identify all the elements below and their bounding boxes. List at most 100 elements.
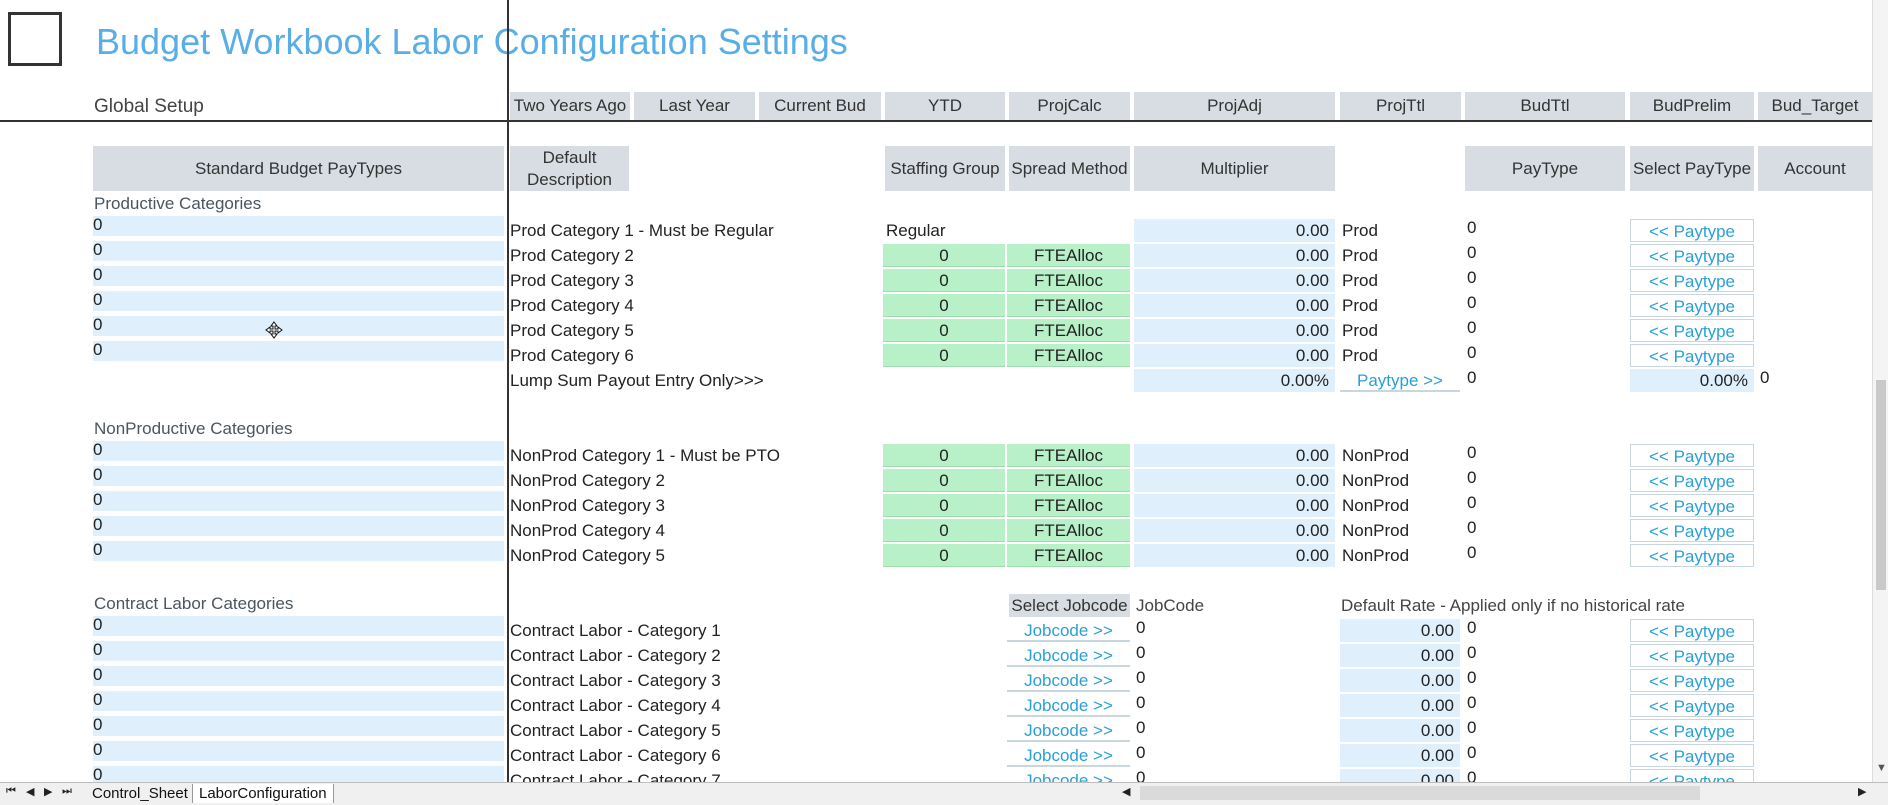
tab-labor-configuration[interactable]: LaborConfiguration [192, 784, 334, 803]
tab-first-icon[interactable]: ⏮ [6, 785, 16, 798]
contract-value-cell[interactable]: 0 [93, 691, 504, 711]
multiplier-input[interactable]: 0.00 [1134, 319, 1335, 342]
staffing-group-input[interactable]: 0 [883, 469, 1005, 492]
tab-control-sheet[interactable]: Control_Sheet [86, 784, 195, 803]
staffing-group-input[interactable]: 0 [883, 319, 1005, 342]
select-paytype-button[interactable]: << Paytype [1630, 269, 1754, 292]
select-paytype-button[interactable]: << Paytype [1630, 469, 1754, 492]
default-rate-input[interactable]: 0.00 [1340, 619, 1460, 642]
paytype-value-cell[interactable]: 0 [93, 466, 504, 486]
default-rate-input[interactable]: 0.00 [1340, 694, 1460, 717]
select-paytype-button[interactable]: << Paytype [1630, 494, 1754, 517]
spread-method-input[interactable]: FTEAlloc [1007, 519, 1130, 542]
spread-method-input[interactable]: FTEAlloc [1007, 444, 1130, 467]
multiplier-input[interactable]: 0.00 [1134, 494, 1335, 517]
select-paytype-button[interactable]: << Paytype [1630, 519, 1754, 542]
staffing-group-input[interactable]: 0 [883, 294, 1005, 317]
default-rate-input[interactable]: 0.00 [1340, 644, 1460, 667]
lump-sum-multiplier[interactable]: 0.00% [1134, 369, 1335, 392]
hscroll-left-icon[interactable]: ◀ [1122, 785, 1130, 798]
select-jobcode-button[interactable]: Jobcode >> [1007, 694, 1130, 717]
spread-method-input[interactable]: FTEAlloc [1007, 269, 1130, 292]
lump-sum-prelim[interactable]: 0.00% [1630, 369, 1754, 392]
select-paytype-button[interactable]: << Paytype [1630, 319, 1754, 342]
select-jobcode-button[interactable]: Jobcode >> [1007, 669, 1130, 692]
paytype-value-cell[interactable]: 0 [93, 291, 504, 311]
spread-method-input[interactable]: FTEAlloc [1007, 319, 1130, 342]
select-paytype-button[interactable]: << Paytype [1630, 669, 1754, 692]
contract-value-cell[interactable]: 0 [93, 666, 504, 686]
select-jobcode-button[interactable]: Jobcode >> [1007, 744, 1130, 767]
spread-method-input[interactable]: FTEAlloc [1007, 469, 1130, 492]
paytype-value-cell[interactable]: 0 [93, 241, 504, 261]
multiplier-input[interactable]: 0.00 [1134, 344, 1335, 367]
select-jobcode-button[interactable]: Jobcode >> [1007, 644, 1130, 667]
multiplier-input[interactable]: 0.00 [1134, 519, 1335, 542]
select-paytype-button[interactable]: << Paytype [1630, 219, 1754, 242]
select-jobcode-button[interactable]: Jobcode >> [1007, 619, 1130, 642]
multiplier-input[interactable]: 0.00 [1134, 444, 1335, 467]
vertical-scrollbar[interactable]: ▼ [1872, 0, 1888, 782]
spread-method-input[interactable]: FTEAlloc [1007, 344, 1130, 367]
multiplier-input[interactable]: 0.00 [1134, 469, 1335, 492]
spread-method-input[interactable]: FTEAlloc [1007, 294, 1130, 317]
spread-method-input[interactable]: FTEAlloc [1007, 494, 1130, 517]
staffing-group-input[interactable]: 0 [883, 444, 1005, 467]
spread-method-input[interactable]: FTEAlloc [1007, 544, 1130, 567]
corner-box[interactable] [8, 12, 62, 66]
category-type: NonProd [1342, 496, 1410, 515]
scroll-down-icon[interactable]: ▼ [1876, 762, 1887, 774]
select-paytype-button[interactable]: << Paytype [1630, 244, 1754, 267]
category-description: NonProd Category 2 [510, 471, 665, 490]
select-paytype-button[interactable]: << Paytype [1630, 294, 1754, 317]
paytype-value-cell[interactable]: 0 [93, 266, 504, 286]
select-paytype-button[interactable]: << Paytype [1630, 619, 1754, 642]
tab-next-icon[interactable]: ▶ [44, 785, 52, 798]
select-paytype-button[interactable]: << Paytype [1630, 694, 1754, 717]
lump-sum-paytype-button[interactable]: Paytype >> [1340, 369, 1460, 392]
multiplier-input[interactable]: 0.00 [1134, 219, 1335, 242]
paytype-value-cell[interactable]: 0 [93, 516, 504, 536]
tab-prev-icon[interactable]: ◀ [26, 785, 34, 798]
select-paytype-button[interactable]: << Paytype [1630, 719, 1754, 742]
multiplier-input[interactable]: 0.00 [1134, 244, 1335, 267]
multiplier-input[interactable]: 0.00 [1134, 544, 1335, 567]
sheet-tab-bar: ⏮ ◀ ▶ ⏭ Control_Sheet LaborConfiguration… [0, 782, 1888, 805]
hscroll-right-icon[interactable]: ▶ [1858, 785, 1866, 798]
paytype-value-cell[interactable]: 0 [93, 341, 504, 361]
spread-method-input[interactable]: FTEAlloc [1007, 244, 1130, 267]
staffing-group-input[interactable]: 0 [883, 519, 1005, 542]
default-rate-input[interactable]: 0.00 [1340, 719, 1460, 742]
staffing-group-input[interactable]: 0 [883, 244, 1005, 267]
staffing-group-input[interactable]: 0 [883, 494, 1005, 517]
contract-value-cell[interactable]: 0 [93, 641, 504, 661]
tab-last-icon[interactable]: ⏭ [62, 785, 72, 798]
paytype-value-cell[interactable]: 0 [93, 316, 504, 336]
select-paytype-button[interactable]: << Paytype [1630, 544, 1754, 567]
contract-paytype-value: 0 [1467, 718, 1477, 737]
lump-sum-description: Lump Sum Payout Entry Only>>> [510, 371, 764, 390]
staffing-group-input[interactable]: 0 [883, 344, 1005, 367]
staffing-group-input[interactable]: 0 [883, 544, 1005, 567]
spread-method-header: Spread Method [1009, 146, 1130, 191]
paytype-value-cell[interactable]: 0 [93, 491, 504, 511]
select-paytype-button[interactable]: << Paytype [1630, 644, 1754, 667]
paytype-value-cell[interactable]: 0 [93, 441, 504, 461]
contract-value-cell[interactable]: 0 [93, 616, 504, 636]
multiplier-input[interactable]: 0.00 [1134, 269, 1335, 292]
paytype-value-cell[interactable]: 0 [93, 216, 504, 236]
select-paytype-button[interactable]: << Paytype [1630, 344, 1754, 367]
select-paytype-button[interactable]: << Paytype [1630, 744, 1754, 767]
horizontal-scrollbar[interactable] [1140, 786, 1700, 800]
contract-value-cell[interactable]: 0 [93, 741, 504, 761]
default-rate-input[interactable]: 0.00 [1340, 744, 1460, 767]
multiplier-input[interactable]: 0.00 [1134, 294, 1335, 317]
vertical-scroll-thumb[interactable] [1876, 380, 1886, 590]
paytype-value-cell[interactable]: 0 [93, 541, 504, 561]
default-rate-input[interactable]: 0.00 [1340, 669, 1460, 692]
staffing-group-input[interactable]: 0 [883, 269, 1005, 292]
select-paytype-button[interactable]: << Paytype [1630, 444, 1754, 467]
contract-value-cell[interactable]: 0 [93, 716, 504, 736]
period-header-budprelim: BudPrelim [1630, 92, 1754, 120]
select-jobcode-button[interactable]: Jobcode >> [1007, 719, 1130, 742]
